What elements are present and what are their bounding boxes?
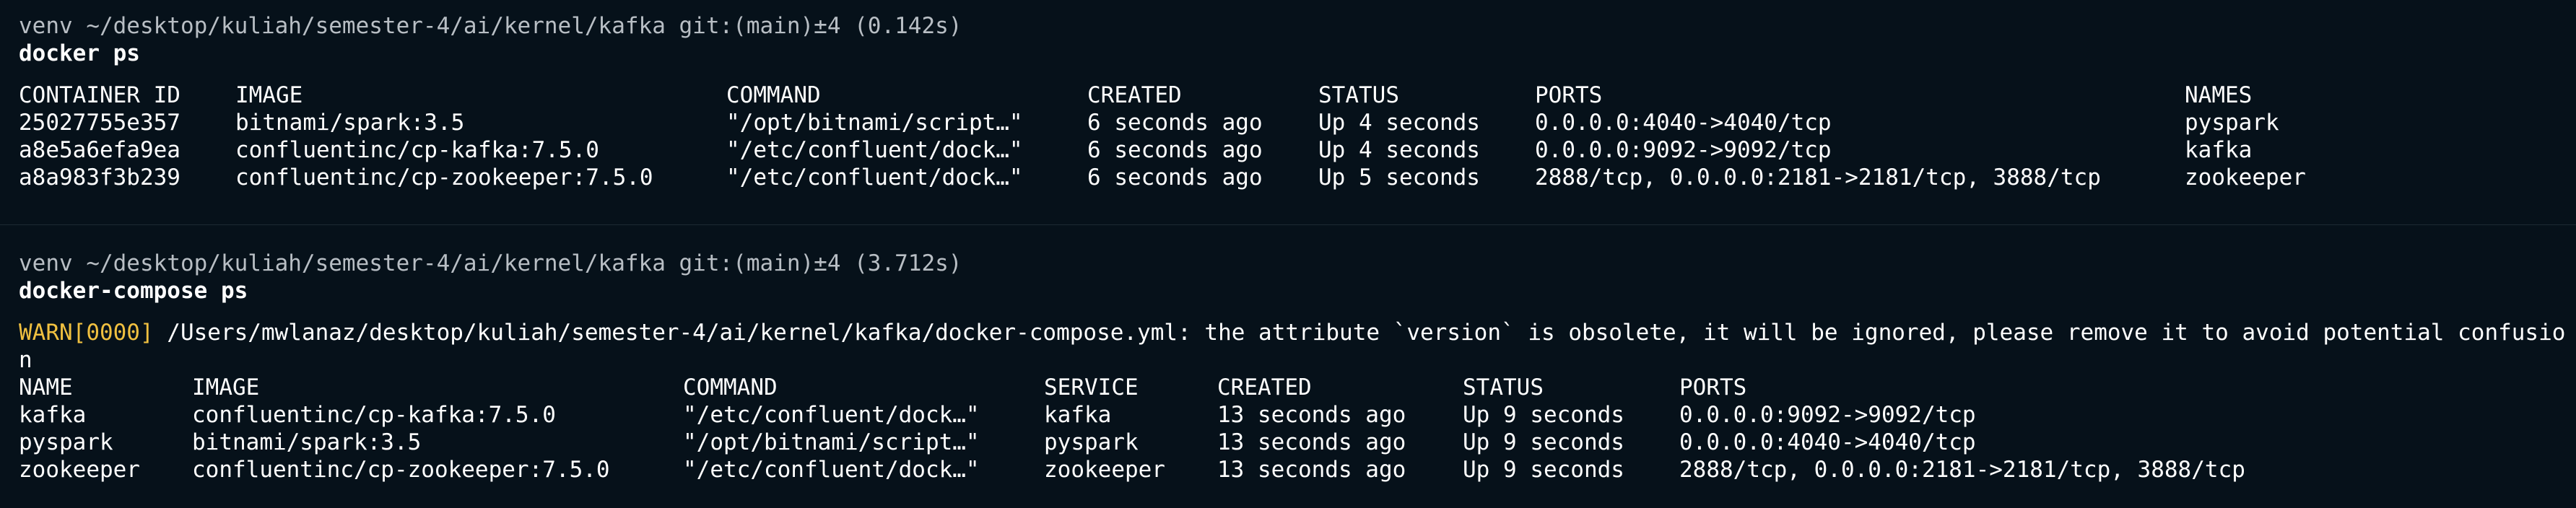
cell-image: bitnami/spark:3.5 [192,429,422,455]
table-row: kafka confluentinc/cp-kafka:7.5.0 "/etc/… [0,401,2576,429]
cell-image: confluentinc/cp-kafka:7.5.0 [235,137,599,163]
cell-command: "/etc/confluent/dock…" [726,137,1023,163]
docker-ps-table: CONTAINER ID IMAGE COMMAND CREATED STATU… [0,82,2576,191]
cell-image: confluentinc/cp-zookeeper:7.5.0 [192,457,610,483]
header-status: STATUS [1463,375,1544,400]
command-text: docker-compose ps [19,278,248,304]
cell-name: pyspark [19,429,113,455]
header-container-id: CONTAINER ID [19,82,180,108]
cell-status: Up 5 seconds [1318,165,1480,190]
header-image: IMAGE [235,82,303,108]
cell-ports: 0.0.0.0:4040->4040/tcp [1679,429,1976,455]
table-row: zookeeper confluentinc/cp-zookeeper:7.5.… [0,456,2576,483]
table-row: pyspark bitnami/spark:3.5 "/opt/bitnami/… [0,429,2576,456]
cell-status: Up 9 seconds [1463,402,1624,428]
command-block-docker-ps: venv ~/desktop/kuliah/semester-4/ai/kern… [0,12,2576,191]
cell-names: kafka [2185,137,2253,163]
cell-container-id: 25027755e357 [19,110,180,136]
cell-status: Up 4 seconds [1318,110,1480,136]
shell-prompt: venv ~/desktop/kuliah/semester-4/ai/kern… [19,250,962,276]
terminal-window: venv ~/desktop/kuliah/semester-4/ai/kern… [0,0,2576,508]
cell-created: 13 seconds ago [1217,429,1406,455]
cell-image: confluentinc/cp-zookeeper:7.5.0 [235,165,653,190]
cell-container-id: a8e5a6efa9ea [19,137,180,163]
table-row: 25027755e357 bitnami/spark:3.5 "/opt/bit… [0,109,2576,136]
warning-message: WARN[0000] /Users/mwlanaz/desktop/kuliah… [0,319,2576,374]
cell-image: bitnami/spark:3.5 [235,110,465,136]
command-block-docker-compose-ps: venv ~/desktop/kuliah/semester-4/ai/kern… [0,250,2576,483]
cell-status: Up 4 seconds [1318,137,1480,163]
cell-command: "/etc/confluent/dock…" [683,402,980,428]
cell-command: "/etc/confluent/dock…" [683,457,980,483]
cell-created: 6 seconds ago [1087,137,1263,163]
cell-name: zookeeper [19,457,140,483]
table-row: a8a983f3b239 confluentinc/cp-zookeeper:7… [0,164,2576,191]
cell-command: "/opt/bitnami/script…" [683,429,980,455]
header-status: STATUS [1318,82,1399,108]
table-header-row: NAME IMAGE COMMAND SERVICE CREATED STATU… [0,374,2576,401]
cell-ports: 2888/tcp, 0.0.0.0:2181->2181/tcp, 3888/t… [1535,165,2101,190]
cell-image: confluentinc/cp-kafka:7.5.0 [192,402,556,428]
header-name: NAME [19,375,73,400]
cell-created: 6 seconds ago [1087,110,1263,136]
cell-created: 6 seconds ago [1087,165,1263,190]
cell-created: 13 seconds ago [1217,457,1406,483]
cell-command: "/opt/bitnami/script…" [726,110,1023,136]
cell-ports: 0.0.0.0:9092->9092/tcp [1679,402,1976,428]
cell-service: pyspark [1044,429,1139,455]
warn-tag: WARN[0000] [19,320,154,346]
cell-service: kafka [1044,402,1112,428]
warn-text: /Users/mwlanaz/desktop/kuliah/semester-4… [19,320,2566,373]
header-ports: PORTS [1535,82,1603,108]
cell-ports: 0.0.0.0:4040->4040/tcp [1535,110,1832,136]
header-names: NAMES [2185,82,2253,108]
header-image: IMAGE [192,375,260,400]
header-created: CREATED [1217,375,1312,400]
header-command: COMMAND [683,375,778,400]
block-divider [0,224,2576,225]
header-command: COMMAND [726,82,821,108]
header-ports: PORTS [1679,375,1747,400]
header-created: CREATED [1087,82,1182,108]
header-service: SERVICE [1044,375,1139,400]
cell-ports: 0.0.0.0:9092->9092/tcp [1535,137,1832,163]
cell-names: pyspark [2185,110,2279,136]
cell-service: zookeeper [1044,457,1165,483]
shell-prompt: venv ~/desktop/kuliah/semester-4/ai/kern… [19,13,962,39]
docker-compose-ps-table: NAME IMAGE COMMAND SERVICE CREATED STATU… [0,374,2576,483]
cell-container-id: a8a983f3b239 [19,165,180,190]
table-header-row: CONTAINER ID IMAGE COMMAND CREATED STATU… [0,82,2576,109]
cell-status: Up 9 seconds [1463,457,1624,483]
cell-names: zookeeper [2185,165,2306,190]
command-text: docker ps [19,40,140,66]
cell-created: 13 seconds ago [1217,402,1406,428]
table-row: a8e5a6efa9ea confluentinc/cp-kafka:7.5.0… [0,136,2576,164]
cell-status: Up 9 seconds [1463,429,1624,455]
cell-command: "/etc/confluent/dock…" [726,165,1023,190]
cell-name: kafka [19,402,87,428]
cell-ports: 2888/tcp, 0.0.0.0:2181->2181/tcp, 3888/t… [1679,457,2245,483]
